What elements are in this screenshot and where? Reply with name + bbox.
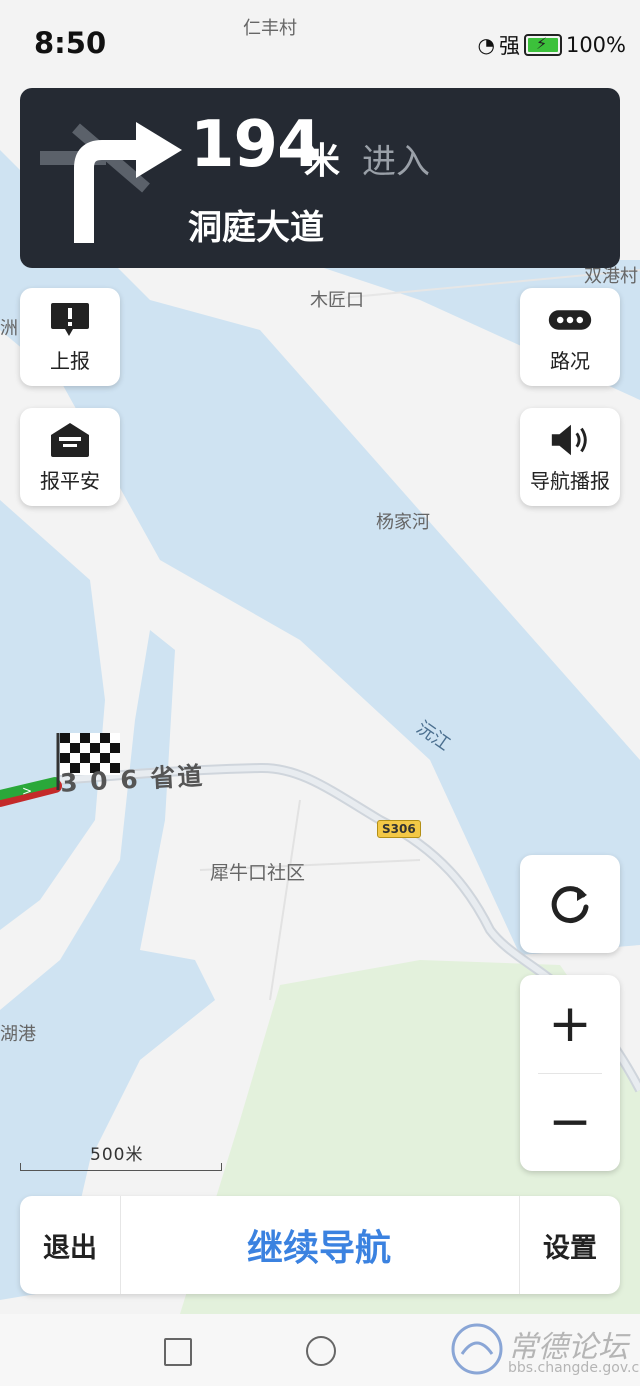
map-label-community: 犀牛口社区 — [210, 862, 306, 884]
watermark-logo-icon — [451, 1323, 503, 1375]
continue-navigation-button[interactable]: 继续导航 — [120, 1196, 518, 1294]
refresh-icon — [551, 886, 589, 924]
svg-text:>: > — [22, 784, 32, 798]
road-name-label: 3 0 6 省道 — [59, 761, 206, 798]
turn-right-icon — [40, 122, 182, 243]
road-shield: S306 — [377, 820, 421, 838]
refresh-button[interactable] — [520, 855, 620, 953]
safe-message-label: 报平安 — [40, 468, 100, 493]
signal-label: 强 — [498, 34, 520, 58]
nav-distance-unit: 米 — [304, 141, 341, 182]
report-label: 上报 — [50, 348, 90, 373]
report-button[interactable]: 上报 — [20, 288, 120, 386]
status-time: 8:50 — [34, 26, 107, 60]
map-label-renfeng: 仁丰村 — [243, 18, 297, 39]
traffic-icon — [548, 301, 592, 339]
report-icon — [48, 301, 92, 339]
battery-level: 100% — [565, 33, 626, 57]
nav-action: 进入 — [362, 142, 430, 182]
zoom-out-button[interactable]: − — [520, 1073, 620, 1171]
voice-broadcast-button[interactable]: 导航播报 — [520, 408, 620, 506]
exit-button[interactable]: 退出 — [20, 1196, 121, 1294]
voice-broadcast-label: 导航播报 — [530, 468, 610, 493]
zoom-in-button[interactable]: + — [520, 975, 620, 1073]
zoom-controls: + − — [520, 975, 620, 1171]
map-label-mujiangkou: 木匠口 — [310, 290, 364, 311]
map-label-yangjiahe: 杨家河 — [376, 512, 430, 533]
recent-apps-button[interactable] — [164, 1338, 192, 1366]
signal-icon: ◔ — [477, 33, 495, 57]
speaker-icon — [548, 421, 592, 459]
nav-road-name: 洞庭大道 — [188, 208, 324, 248]
traffic-button[interactable]: 路况 — [520, 288, 620, 386]
map-label-left-edge: 洲 — [0, 318, 18, 339]
status-right: ◔ 强 ⚡ 100% — [478, 30, 627, 60]
safe-message-icon — [48, 421, 92, 459]
settings-button[interactable]: 设置 — [519, 1196, 620, 1294]
home-button[interactable] — [306, 1336, 336, 1366]
battery-icon: ⚡ — [523, 34, 562, 56]
bottom-action-bar: 退出 继续导航 设置 — [20, 1196, 620, 1294]
nav-distance: 194 — [190, 108, 322, 182]
scale-bar — [20, 1163, 222, 1171]
traffic-label: 路况 — [550, 348, 590, 373]
scale-label: 500米 — [90, 1145, 144, 1165]
watermark-url: bbs.changde.gov.cn — [508, 1360, 640, 1376]
nav-instruction-card: 194 米 进入 洞庭大道 — [20, 88, 620, 268]
map-label-left-edge-2: 湖港 — [0, 1024, 36, 1045]
safe-message-button[interactable]: 报平安 — [20, 408, 120, 506]
